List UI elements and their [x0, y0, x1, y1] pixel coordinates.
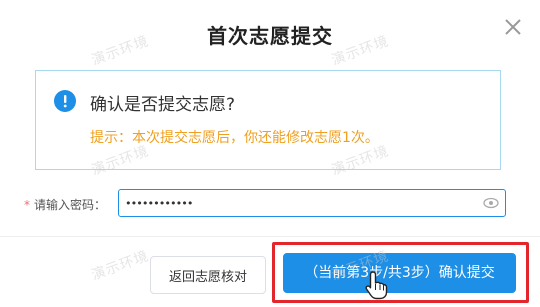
password-label: * 请输入密码：	[24, 196, 106, 213]
footer-divider	[0, 236, 540, 237]
close-icon	[505, 19, 521, 35]
required-mark: *	[24, 198, 30, 212]
password-input[interactable]	[125, 193, 465, 213]
submit-dialog: 首次志愿提交 确认是否提交志愿? 提示：本次提交志愿后，你还能修改志愿1次。 *…	[0, 0, 540, 307]
confirm-question: 确认是否提交志愿?	[90, 95, 236, 115]
hand-cursor-icon	[364, 270, 390, 300]
password-label-text: 请输入密码：	[34, 198, 107, 212]
dialog-title: 首次志愿提交	[207, 24, 333, 48]
watermark-text: 演示环境	[89, 248, 152, 284]
confirm-submit-button[interactable]: （当前第3步/共3步）确认提交	[283, 253, 516, 293]
info-icon	[54, 90, 76, 112]
eye-icon[interactable]	[483, 197, 499, 209]
back-to-review-button[interactable]: 返回志愿核对	[150, 256, 266, 294]
submit-hint: 提示：本次提交志愿后，你还能修改志愿1次。	[90, 130, 379, 146]
confirm-notice: 确认是否提交志愿? 提示：本次提交志愿后，你还能修改志愿1次。	[35, 70, 501, 170]
password-field[interactable]	[118, 189, 506, 217]
close-button[interactable]	[500, 14, 526, 40]
